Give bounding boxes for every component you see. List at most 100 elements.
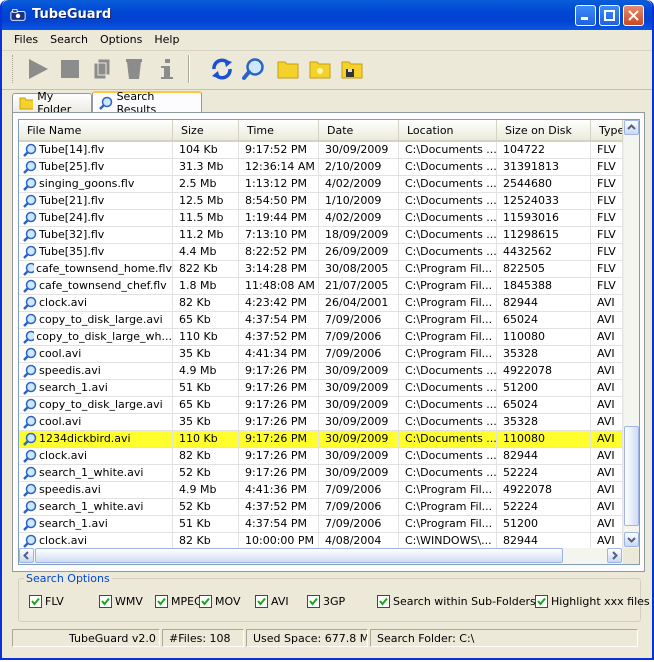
table-row[interactable]: search_1_white.avi 52 Kb 4:37:52 PM 7/09/20…: [19, 499, 623, 516]
table-cell-location: C:\Program Fil...: [399, 295, 497, 311]
option-flv[interactable]: FLV: [29, 595, 64, 608]
stop-button[interactable]: [56, 55, 84, 83]
table-row[interactable]: Tube[25].flv 31.3 Mb 12:36:14 AM 2/10/2009 C…: [19, 159, 623, 176]
checkbox[interactable]: [29, 595, 42, 608]
horizontal-scrollbar[interactable]: [19, 548, 623, 564]
cell-text: 8:22:52 PM: [245, 245, 308, 258]
cell-text: cafe_townsend_home.flv: [35, 262, 172, 275]
menu-search[interactable]: Search: [44, 30, 94, 50]
save-folder-button[interactable]: [338, 55, 366, 83]
scroll-up-button[interactable]: [624, 120, 639, 135]
checkbox[interactable]: [255, 595, 268, 608]
table-row[interactable]: cool.avi 35 Kb 4:41:34 PM 7/09/2006 C:\Progr…: [19, 346, 623, 363]
table-cell-date: 26/09/2009: [319, 244, 399, 260]
cell-text: C:\Documents ...: [405, 432, 497, 445]
table-cell-type: FLV: [591, 261, 623, 277]
tab-search-results[interactable]: Search Results: [92, 90, 202, 116]
table-row[interactable]: singing_goons.flv 2.5 Mb 1:13:12 PM 4/02/20…: [19, 176, 623, 193]
checkbox[interactable]: [155, 595, 168, 608]
checkbox[interactable]: [199, 595, 212, 608]
column-header-file-name[interactable]: File Name: [19, 120, 173, 140]
refresh-button[interactable]: [208, 55, 236, 83]
table-row[interactable]: search_1_white.avi 52 Kb 9:17:26 PM 30/09/2…: [19, 465, 623, 482]
table-row[interactable]: cafe_townsend_chef.flv 1.8 Mb 11:48:08 AM 2…: [19, 278, 623, 295]
table-row[interactable]: cafe_townsend_home.flv 822 Kb 3:14:28 PM 30…: [19, 261, 623, 278]
option-search-within-sub-folders[interactable]: Search within Sub-Folders: [377, 595, 536, 608]
cell-text: C:\Documents ...: [405, 364, 497, 377]
table-row[interactable]: copy_to_disk_large.avi 65 Kb 4:37:54 PM 7/0…: [19, 312, 623, 329]
table-row[interactable]: Tube[14].flv 104 Kb 9:17:52 PM 30/09/2009 C:…: [19, 142, 623, 159]
table-row[interactable]: Tube[21].flv 12.5 Mb 8:54:50 PM 1/10/2009 C:…: [19, 193, 623, 210]
horizontal-scroll-thumb[interactable]: [35, 548, 563, 563]
table-cell-type: FLV: [591, 176, 623, 192]
vertical-scroll-thumb[interactable]: [624, 426, 639, 526]
table-row[interactable]: search_1.avi 51 Kb 9:17:26 PM 30/09/2009 C:\…: [19, 380, 623, 397]
table-row[interactable]: 1234dickbird.avi 110 Kb 9:17:26 PM 30/09/20…: [19, 431, 623, 448]
menu-options[interactable]: Options: [94, 30, 148, 50]
table-cell-date: 30/08/2005: [319, 261, 399, 277]
scroll-left-button[interactable]: [19, 548, 34, 563]
toolbar-grip[interactable]: [12, 55, 16, 83]
open-folder-button[interactable]: [274, 55, 302, 83]
column-header-size-on-disk[interactable]: Size on Disk: [497, 120, 591, 140]
table-row[interactable]: Tube[32].flv 11.2 Mb 7:13:10 PM 18/09/2009 C…: [19, 227, 623, 244]
search-button[interactable]: [240, 55, 268, 83]
checkbox[interactable]: [307, 595, 320, 608]
table-cell-date: 18/09/2009: [319, 227, 399, 243]
table-cell-size-on-disk: 52224: [497, 465, 591, 481]
menu-help[interactable]: Help: [148, 30, 185, 50]
table-row[interactable]: search_1.avi 51 Kb 4:37:54 PM 7/09/2006 C:\P…: [19, 516, 623, 533]
cell-text: C:\Program Fil...: [405, 500, 493, 513]
magnifier-icon: [23, 432, 37, 446]
option-mpeg[interactable]: MPEG: [155, 595, 203, 608]
cell-text: 4922078: [503, 364, 552, 377]
option-mov[interactable]: MOV: [199, 595, 240, 608]
table-row[interactable]: clock.avi 82 Kb 4:23:42 PM 26/04/2001 C:\Pro…: [19, 295, 623, 312]
menu-files[interactable]: Files: [8, 30, 44, 50]
table-cell-size: 12.5 Mb: [173, 193, 239, 209]
vertical-scrollbar[interactable]: [623, 120, 639, 548]
minimize-button[interactable]: [575, 5, 596, 26]
table-row[interactable]: speedis.avi 4.9 Mb 4:41:36 PM 7/09/2006 C:\P…: [19, 482, 623, 499]
cell-text: C:\Documents ...: [405, 415, 497, 428]
copy-button[interactable]: [88, 55, 116, 83]
table-cell-size: 110 Kb: [173, 329, 239, 345]
table-cell-date: 7/09/2006: [319, 346, 399, 362]
column-header-type[interactable]: Type: [591, 120, 623, 140]
column-header-location[interactable]: Location: [399, 120, 497, 140]
table-cell-file-name: Tube[14].flv: [19, 142, 173, 158]
table-cell-size: 822 Kb: [173, 261, 239, 277]
tab-my-folder[interactable]: My Folder: [12, 90, 92, 116]
table-row[interactable]: cool.avi 35 Kb 9:17:26 PM 30/09/2009 C:\Docu…: [19, 414, 623, 431]
option-highlight-xxx-files[interactable]: Highlight xxx files: [535, 595, 650, 608]
table-cell-size: 65 Kb: [173, 397, 239, 413]
table-row[interactable]: clock.avi 82 Kb 9:17:26 PM 30/09/2009 C:\Doc…: [19, 448, 623, 465]
column-header-size[interactable]: Size: [173, 120, 239, 140]
delete-button[interactable]: [120, 55, 148, 83]
checkbox[interactable]: [377, 595, 390, 608]
info-button[interactable]: [152, 55, 180, 83]
scroll-right-button[interactable]: [607, 548, 622, 563]
cell-text: 1234dickbird.avi: [39, 432, 131, 445]
close-button[interactable]: [623, 5, 644, 26]
scroll-down-button[interactable]: [624, 532, 639, 547]
checkbox[interactable]: [535, 595, 548, 608]
option-avi[interactable]: AVI: [255, 595, 289, 608]
maximize-button[interactable]: [599, 5, 620, 26]
title-bar[interactable]: TubeGuard: [2, 0, 652, 30]
table-row[interactable]: Tube[35].flv 4.4 Mb 8:22:52 PM 26/09/2009 C:…: [19, 244, 623, 261]
table-cell-file-name: cafe_townsend_home.flv: [19, 261, 173, 277]
column-header-date[interactable]: Date: [319, 120, 399, 140]
table-cell-size-on-disk: 4922078: [497, 363, 591, 379]
play-button[interactable]: [24, 55, 52, 83]
new-folder-button[interactable]: [306, 55, 334, 83]
table-row[interactable]: speedis.avi 4.9 Mb 9:17:26 PM 30/09/2009 C:\…: [19, 363, 623, 380]
checkbox[interactable]: [99, 595, 112, 608]
table-row[interactable]: copy_to_disk_large.avi 65 Kb 9:17:26 PM 30/…: [19, 397, 623, 414]
column-header-time[interactable]: Time: [239, 120, 319, 140]
table-row[interactable]: Tube[24].flv 11.5 Mb 1:19:44 PM 4/02/2009 C:…: [19, 210, 623, 227]
table-row[interactable]: copy_to_disk_large_wh... 110 Kb 4:37:52 PM…: [19, 329, 623, 346]
cell-text: AVI: [597, 466, 615, 479]
option-3gp[interactable]: 3GP: [307, 595, 345, 608]
option-wmv[interactable]: WMV: [99, 595, 143, 608]
